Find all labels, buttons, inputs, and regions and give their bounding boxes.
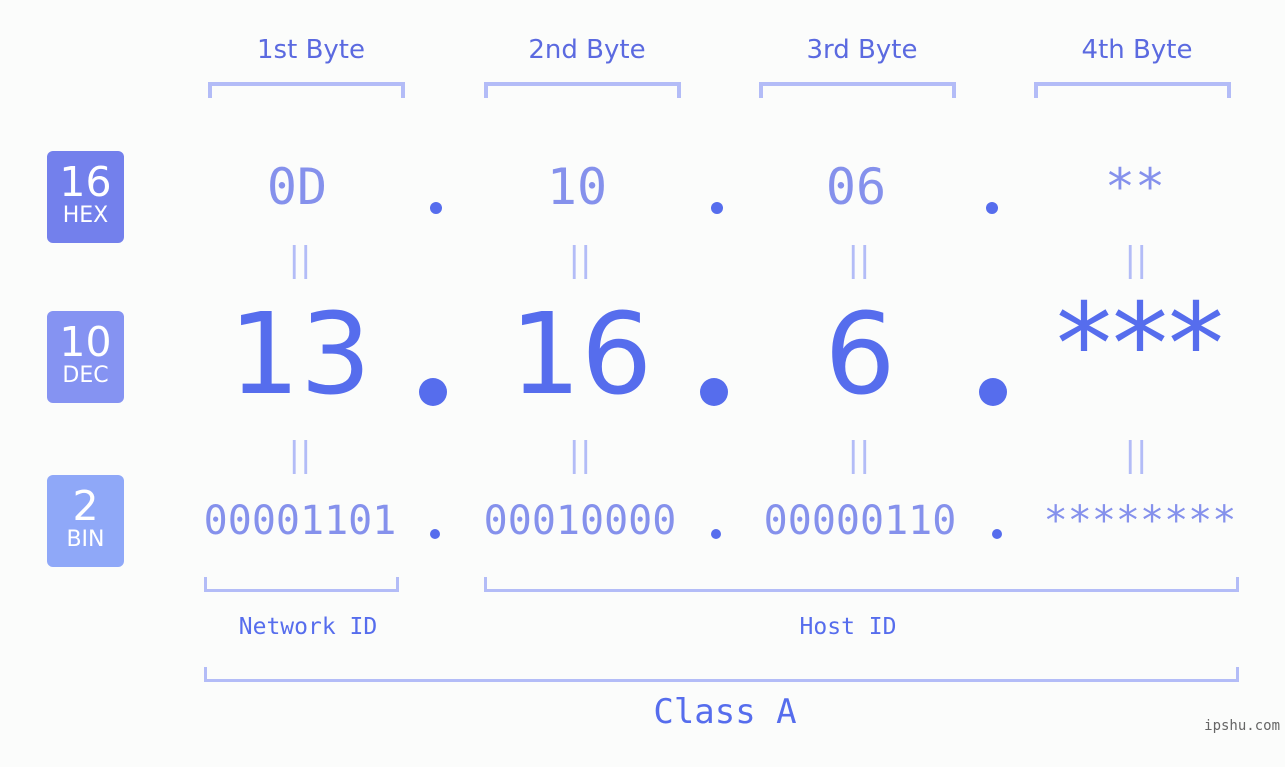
equals-icon: || — [1124, 435, 1148, 475]
hex-separator-dot-3 — [986, 202, 998, 214]
network-id-bracket — [204, 577, 399, 592]
hex-octet-1: 0D — [266, 158, 328, 216]
dec-octet-4: *** — [1056, 280, 1224, 410]
bin-badge-label: BIN — [66, 527, 105, 552]
bin-octet-1: 00001101 — [203, 498, 397, 544]
hex-separator-dot-2 — [711, 202, 723, 214]
hex-badge: 16 HEX — [47, 151, 124, 243]
byte-bracket-4 — [1034, 82, 1231, 98]
host-id-label: Host ID — [799, 614, 897, 640]
byte-header-2: 2nd Byte — [528, 35, 646, 65]
bin-badge: 2 BIN — [47, 475, 124, 567]
equals-icon: || — [847, 435, 871, 475]
equals-icon: || — [847, 240, 871, 280]
bin-separator-dot-1 — [430, 529, 440, 539]
host-id-bracket — [484, 577, 1239, 592]
bin-badge-number: 2 — [72, 482, 99, 530]
dec-octet-3: 6 — [824, 290, 896, 420]
dec-separator-dot-2 — [700, 378, 728, 406]
dec-badge: 10 DEC — [47, 311, 124, 403]
equals-icon: || — [568, 435, 592, 475]
bin-octet-2: 00010000 — [483, 498, 677, 544]
class-bracket — [204, 667, 1239, 682]
dec-octet-2: 16 — [509, 290, 653, 420]
network-id-label: Network ID — [238, 614, 378, 640]
bin-octet-3: 00000110 — [763, 498, 957, 544]
equals-icon: || — [568, 240, 592, 280]
hex-octet-4: ** — [1104, 158, 1166, 216]
hex-octet-3: 06 — [825, 158, 887, 216]
hex-separator-dot-1 — [430, 202, 442, 214]
bin-octet-4: ******** — [1043, 498, 1237, 544]
class-label: Class A — [653, 692, 797, 732]
dec-badge-label: DEC — [62, 363, 109, 388]
bin-separator-dot-3 — [992, 529, 1002, 539]
hex-badge-label: HEX — [62, 203, 109, 228]
byte-header-1: 1st Byte — [257, 35, 365, 65]
byte-header-4: 4th Byte — [1081, 35, 1193, 65]
byte-bracket-2 — [484, 82, 681, 98]
equals-icon: || — [288, 435, 312, 475]
dec-badge-number: 10 — [59, 318, 112, 366]
dec-octet-1: 13 — [228, 290, 372, 420]
equals-icon: || — [288, 240, 312, 280]
dec-separator-dot-3 — [979, 378, 1007, 406]
hex-badge-number: 16 — [59, 158, 112, 206]
bin-separator-dot-2 — [711, 529, 721, 539]
dec-separator-dot-1 — [419, 378, 447, 406]
byte-bracket-3 — [759, 82, 956, 98]
hex-octet-2: 10 — [546, 158, 608, 216]
watermark: ipshu.com — [1204, 718, 1280, 734]
byte-bracket-1 — [208, 82, 405, 98]
equals-icon: || — [1124, 240, 1148, 280]
byte-header-3: 3rd Byte — [806, 35, 918, 65]
